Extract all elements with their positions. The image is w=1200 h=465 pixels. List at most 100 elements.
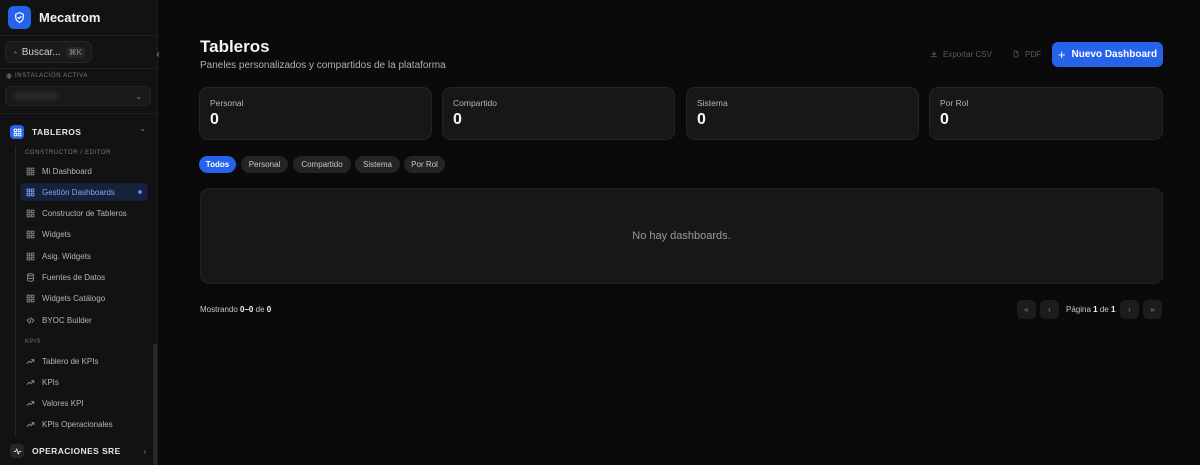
brand[interactable]: Mecatrom bbox=[8, 5, 100, 29]
sidebar-scrollbar[interactable] bbox=[153, 344, 157, 465]
sidebar-item-label: Constructor de Tableros bbox=[42, 209, 127, 219]
trend-icon bbox=[26, 378, 35, 387]
filter-por-rol[interactable]: Por Rol bbox=[404, 156, 445, 173]
chevron-down-icon: ⌄ bbox=[135, 91, 142, 101]
last-page-button[interactable]: » bbox=[1143, 300, 1162, 319]
file-icon bbox=[1013, 50, 1019, 58]
code-icon bbox=[26, 316, 35, 325]
empty-message: No hay dashboards. bbox=[632, 230, 731, 242]
sidebar-item-gestion-dashboards[interactable]: Gestión Dashboards bbox=[20, 183, 148, 202]
dashboards-list: No hay dashboards. bbox=[200, 188, 1163, 284]
sidebar-item-label: Widgets bbox=[42, 230, 71, 240]
stat-card-compartido: Compartido 0 bbox=[442, 87, 675, 140]
stat-label: Personal bbox=[210, 98, 244, 108]
stat-value: 0 bbox=[697, 111, 706, 128]
sidebar-item-kpis-operacionales[interactable]: KPIs Operacionales bbox=[20, 416, 148, 434]
installation-select[interactable]: ⌄ bbox=[5, 86, 151, 106]
page-indicator: Página 1 de 1 bbox=[1066, 305, 1116, 314]
grid-icon bbox=[26, 188, 35, 197]
divider bbox=[0, 113, 158, 114]
grid-icon bbox=[26, 252, 35, 261]
chevron-left-icon: ‹ bbox=[156, 48, 160, 60]
stat-card-por-rol: Por Rol 0 bbox=[929, 87, 1163, 140]
chevron-left-icon: ‹ bbox=[1048, 305, 1051, 314]
sidebar-item-widgets[interactable]: Widgets bbox=[20, 226, 148, 244]
sidebar-item-widgets-catalogo[interactable]: Widgets Catálogo bbox=[20, 290, 148, 308]
grid-icon bbox=[26, 209, 35, 218]
stat-card-personal: Personal 0 bbox=[199, 87, 432, 140]
chevron-right-icon: › bbox=[1128, 305, 1131, 314]
search-icon bbox=[14, 50, 17, 54]
grid-icon bbox=[26, 294, 35, 303]
sidebar-item-label: Tablero de KPIs bbox=[42, 356, 99, 366]
sidebar-group-tableros[interactable]: TABLEROS ⌃ bbox=[10, 124, 146, 140]
chevrons-right-icon: » bbox=[1150, 305, 1155, 314]
search-placeholder: Buscar... bbox=[21, 46, 61, 58]
sidebar-item-label: Gestión Dashboards bbox=[42, 187, 115, 197]
installation-label: INSTALACIÓN ACTIVA bbox=[6, 73, 88, 79]
section-label-constructor: CONSTRUCTOR / EDITOR bbox=[25, 150, 112, 156]
prev-page-button[interactable]: ‹ bbox=[1040, 300, 1059, 319]
sidebar-item-label: KPIs bbox=[42, 377, 59, 387]
section-label-kpis: KPIS bbox=[25, 339, 42, 345]
sidebar-group-operaciones-sre[interactable]: OPERACIONES SRE › bbox=[10, 443, 146, 459]
sidebar-item-label: Valores KPI bbox=[42, 399, 84, 409]
sidebar-group-label: TABLEROS bbox=[32, 127, 82, 137]
installation-value-redacted bbox=[14, 92, 58, 100]
dashboard-icon bbox=[10, 125, 24, 139]
stat-value: 0 bbox=[210, 111, 219, 128]
divider bbox=[0, 68, 158, 69]
sidebar-item-asig-widgets[interactable]: Asig. Widgets bbox=[20, 247, 148, 265]
active-indicator-dot bbox=[138, 190, 142, 195]
results-summary: Mostrando 0–0 de 0 bbox=[200, 305, 272, 314]
search-input[interactable]: Buscar... ⌘K bbox=[5, 41, 92, 63]
download-icon bbox=[930, 50, 938, 58]
next-page-button[interactable]: › bbox=[1120, 300, 1139, 319]
export-csv-button[interactable]: Exportar CSV bbox=[923, 44, 999, 64]
activity-icon bbox=[10, 444, 24, 458]
filter-personal[interactable]: Personal bbox=[241, 156, 288, 173]
stat-value: 0 bbox=[453, 111, 462, 128]
trend-icon bbox=[26, 399, 35, 408]
sidebar-item-label: BYOC Builder bbox=[42, 315, 92, 325]
divider bbox=[0, 35, 158, 36]
sidebar: Mecatrom Buscar... ⌘K ‹ INSTALACIÓN ACTI… bbox=[0, 0, 160, 465]
chevron-up-icon: ⌃ bbox=[139, 127, 146, 137]
first-page-button[interactable]: « bbox=[1017, 300, 1036, 319]
sidebar-item-label: Mi Dashboard bbox=[42, 166, 92, 176]
sidebar-item-label: KPIs Operacionales bbox=[42, 420, 113, 430]
stat-value: 0 bbox=[940, 111, 949, 128]
page-title: Tableros bbox=[200, 37, 270, 56]
chevron-right-icon: › bbox=[143, 446, 146, 456]
plus-icon: + bbox=[1057, 47, 1066, 62]
grid-icon bbox=[26, 230, 35, 239]
sidebar-item-kpis[interactable]: KPIs bbox=[20, 373, 148, 391]
page-subtitle: Paneles personalizados y compartidos de … bbox=[200, 60, 446, 71]
pdf-button[interactable]: PDF bbox=[1005, 44, 1048, 64]
sidebar-item-label: Asig. Widgets bbox=[42, 251, 91, 261]
stat-label: Por Rol bbox=[940, 98, 969, 108]
sidebar-item-tablero-de-kpis[interactable]: Tablero de KPIs bbox=[20, 352, 148, 370]
sidebar-item-valores-kpi[interactable]: Valores KPI bbox=[20, 395, 148, 413]
sidebar-item-label: Widgets Catálogo bbox=[42, 294, 106, 304]
filter-sistema[interactable]: Sistema bbox=[355, 156, 400, 173]
trend-icon bbox=[26, 357, 35, 366]
sidebar-item-mi-dashboard[interactable]: Mi Dashboard bbox=[20, 162, 148, 180]
trend-icon bbox=[26, 420, 35, 429]
sidebar-item-fuentes-de-datos[interactable]: Fuentes de Datos bbox=[20, 269, 148, 287]
filter-compartido[interactable]: Compartido bbox=[293, 156, 351, 173]
filter-todos[interactable]: Todos bbox=[199, 156, 236, 173]
database-icon bbox=[26, 273, 35, 282]
globe-icon bbox=[6, 73, 12, 79]
grid-icon bbox=[26, 167, 35, 176]
new-dashboard-button[interactable]: + Nuevo Dashboard bbox=[1052, 42, 1163, 67]
collapse-sidebar-button[interactable]: ‹ bbox=[152, 48, 164, 60]
sidebar-item-byoc-builder[interactable]: BYOC Builder bbox=[20, 311, 148, 329]
sidebar-item-constructor-de-tableros[interactable]: Constructor de Tableros bbox=[20, 205, 148, 223]
search-shortcut: ⌘K bbox=[65, 46, 85, 58]
tree-line bbox=[15, 146, 16, 436]
stat-label: Compartido bbox=[453, 98, 497, 108]
stat-label: Sistema bbox=[697, 98, 728, 108]
shield-logo-icon bbox=[8, 5, 31, 29]
chevrons-left-icon: « bbox=[1024, 305, 1029, 314]
